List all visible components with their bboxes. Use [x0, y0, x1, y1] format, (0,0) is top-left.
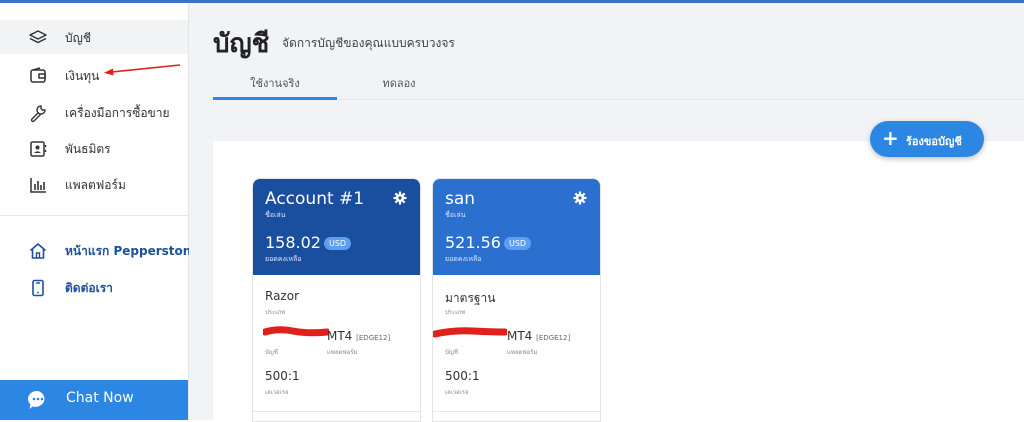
- wrench-icon: [30, 105, 46, 123]
- account-platform: MT4 [EDGE12]: [327, 329, 390, 343]
- platform-name: MT4: [507, 329, 533, 343]
- account-card-header: Account #1 ชื่อเล่น 158.02 USD ยอดคงเหลือ: [253, 179, 420, 275]
- sidebar-link-contact-us[interactable]: ติดต่อเรา: [0, 270, 188, 304]
- tab-demo[interactable]: ทดลอง: [337, 74, 461, 92]
- chat-now-label: Chat Now: [66, 390, 134, 406]
- currency-badge: USD: [503, 237, 532, 250]
- sidebar-link-pepperstone-home[interactable]: หน้าแรก Pepperstone: [0, 233, 199, 267]
- sidebar-item-partners[interactable]: พันธมิตร: [0, 131, 188, 165]
- account-number-label: บัญชี: [265, 349, 278, 356]
- nickname-label: ชื่อเล่น: [445, 211, 466, 219]
- redaction-mark: [263, 326, 329, 337]
- page-title: บัญชี: [213, 29, 270, 59]
- account-card-header: san ชื่อเล่น 521.56 USD ยอดคงเหลือ: [433, 179, 600, 275]
- sidebar-item-label: แพลตฟอร์ม: [65, 178, 126, 192]
- account-type-label: ประเภท: [445, 309, 466, 316]
- contact-card-icon: [30, 141, 47, 157]
- sidebar-item-label: เงินทุน: [65, 69, 100, 83]
- redaction-mark: [433, 327, 507, 338]
- main-content: บัญชี จัดการบัญชีของคุณแบบครบวงจร ใช้งาน…: [189, 3, 1024, 422]
- sidebar-item-label: พันธมิตร: [65, 142, 111, 156]
- chat-now-button[interactable]: Chat Now: [0, 380, 188, 420]
- account-nickname: san: [445, 189, 476, 209]
- account-balance: 158.02 USD: [265, 233, 352, 252]
- request-account-label: ร้องขอบัญชี: [906, 135, 962, 148]
- account-type: มาตรฐาน: [445, 291, 496, 305]
- sidebar-item-label: เครื่องมือการซื้อขาย: [65, 106, 170, 120]
- wallet-icon: [30, 67, 46, 83]
- platform-label: แพลตฟอร์ม: [507, 349, 538, 356]
- sidebar-link-label: หน้าแรก Pepperstone: [65, 244, 200, 258]
- account-type-label: ประเภท: [265, 309, 286, 316]
- card-footer-divider: [253, 411, 420, 412]
- gear-icon[interactable]: [393, 191, 407, 205]
- balance-label: ยอดคงเหลือ: [265, 255, 302, 263]
- home-icon: [29, 243, 47, 259]
- card-footer-divider: [433, 411, 600, 412]
- tab-live[interactable]: ใช้งานจริง: [213, 74, 337, 92]
- tab-active-indicator: [213, 97, 337, 100]
- chat-bubble-icon: [27, 390, 45, 409]
- leverage-label: เลเวอเรจ: [445, 389, 469, 396]
- sidebar-divider: [0, 215, 188, 216]
- plus-icon: +: [882, 126, 899, 150]
- sidebar-item-trading-tools[interactable]: เครื่องมือการซื้อขาย: [0, 95, 188, 129]
- platform-name: MT4: [327, 329, 353, 343]
- request-account-button[interactable]: + ร้องขอบัญชี: [870, 121, 984, 157]
- bar-chart-icon: [30, 178, 46, 193]
- account-leverage: 500:1: [445, 369, 480, 383]
- account-platform: MT4 [EDGE12]: [507, 329, 570, 343]
- platform-label: แพลตฟอร์ม: [327, 349, 358, 356]
- sidebar-item-label: บัญชี: [65, 31, 91, 45]
- account-card: Account #1 ชื่อเล่น 158.02 USD ยอดคงเหลือ…: [252, 178, 421, 422]
- balance-value: 158.02: [265, 233, 321, 252]
- page-subtitle: จัดการบัญชีของคุณแบบครบวงจร: [282, 36, 455, 50]
- account-type: Razor: [265, 289, 300, 303]
- sidebar-item-platforms[interactable]: แพลตฟอร์ม: [0, 167, 188, 201]
- account-number-label: บัญชี: [445, 349, 458, 356]
- leverage-label: เลเวอเรจ: [265, 389, 289, 396]
- sidebar-link-label: ติดต่อเรา: [65, 281, 113, 295]
- account-card: san ชื่อเล่น 521.56 USD ยอดคงเหลือ มาตรฐา…: [432, 178, 601, 422]
- gear-icon[interactable]: [573, 191, 587, 205]
- phone-icon: [32, 279, 44, 297]
- sidebar-item-accounts[interactable]: บัญชี: [0, 20, 188, 54]
- balance-value: 521.56: [445, 233, 501, 252]
- account-nickname: Account #1: [265, 189, 365, 209]
- server-name: [EDGE12]: [536, 334, 571, 342]
- annotation-arrow: [104, 64, 181, 76]
- account-leverage: 500:1: [265, 369, 300, 383]
- currency-badge: USD: [323, 237, 352, 250]
- server-name: [EDGE12]: [356, 334, 391, 342]
- balance-label: ยอดคงเหลือ: [445, 255, 482, 263]
- nickname-label: ชื่อเล่น: [265, 211, 286, 219]
- account-balance: 521.56 USD: [445, 233, 532, 252]
- layers-icon: [29, 30, 47, 44]
